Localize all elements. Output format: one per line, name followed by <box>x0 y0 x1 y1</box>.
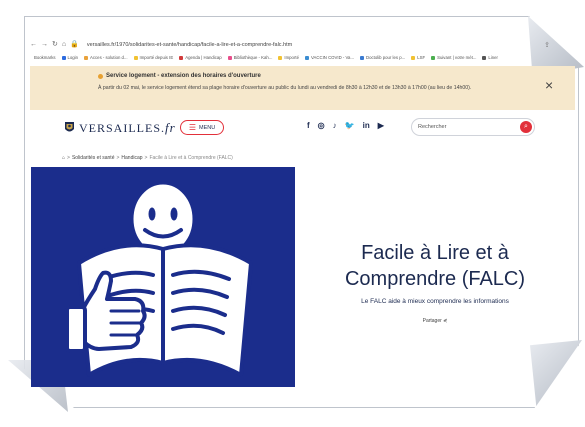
breadcrumb-item-handicap[interactable]: Handicap <box>121 155 142 161</box>
menu-label: MENU <box>198 124 216 131</box>
linkedin-icon[interactable]: in <box>363 121 370 130</box>
breadcrumb-separator: > <box>67 155 70 161</box>
bookmark-favicon-icon <box>431 55 436 60</box>
breadcrumb-separator: > <box>144 155 148 161</box>
search-placeholder: Rechercher <box>418 124 447 130</box>
bookmark-favicon-icon <box>278 55 283 60</box>
bookmark-item[interactable]: Agenda | Handicap <box>179 55 222 60</box>
screenshot-stage: ← → ↻ ⌂ 🔒 versailles.fr/1970/solidarites… <box>0 0 585 427</box>
site-logo[interactable]: VERSAILLES.fr <box>64 120 176 136</box>
bookmark-favicon-icon <box>61 55 66 60</box>
crest-icon <box>65 122 74 132</box>
bookmark-label: Acces - solution d... <box>90 55 128 60</box>
bookmark-label: LSF <box>417 55 426 60</box>
home-icon[interactable]: ⌂ <box>62 41 66 48</box>
social-links: f ◎ ♪ 🐦 in ▶ <box>307 121 384 130</box>
breadcrumb-item-solidarites[interactable]: Solidarités et santé <box>72 155 115 161</box>
bookmark-label: VACCIN COVID - Va... <box>310 55 355 60</box>
bookmark-item[interactable]: Doctolib pour les p... <box>360 55 405 60</box>
search-icon[interactable]: ⌕ <box>520 121 532 133</box>
bookmark-item[interactable]: Liner <box>482 55 498 60</box>
bookmark-item[interactable]: Bibliothèque - Kah... <box>227 55 273 60</box>
close-icon[interactable]: × <box>545 78 553 92</box>
bookmark-label: Bibliothèque - Kah... <box>233 55 273 60</box>
bookmark-label: Doctolib pour les p... <box>366 55 406 60</box>
easy-read-reader-icon <box>65 181 253 377</box>
bookmark-favicon-icon <box>28 55 32 60</box>
bookmark-label: Importé depuis IE <box>139 55 174 60</box>
bookmark-item[interactable]: Acces - solution d... <box>84 55 128 60</box>
bookmark-item[interactable]: Importé <box>278 55 299 60</box>
breadcrumb: ⌂ > Solidarités et santé > Handicap > Fa… <box>62 155 233 161</box>
back-icon[interactable]: ← <box>30 41 37 48</box>
bookmark-label: Suivant | votre mét... <box>437 55 477 60</box>
bookmark-favicon-icon <box>482 55 487 60</box>
share-button[interactable]: Partager ⋞ <box>330 318 540 324</box>
bookmark-label: Agenda | Handicap <box>185 55 222 60</box>
notice-title: Service logement - extension des horaire… <box>98 73 261 79</box>
logo-text: VERSAILLES.fr <box>79 120 176 135</box>
page-title: Facile à Lire et à Comprendre (FALC) <box>344 242 526 290</box>
youtube-icon[interactable]: ▶ <box>378 121 384 130</box>
hamburger-icon: ☰ <box>188 122 196 132</box>
menu-button[interactable]: ☰ MENU <box>180 120 224 135</box>
falc-logo-image <box>31 167 295 387</box>
twitter-icon[interactable]: 🐦 <box>345 121 355 130</box>
bookmark-favicon-icon <box>227 55 232 60</box>
warning-icon <box>98 73 103 79</box>
breadcrumb-separator: > <box>116 155 120 161</box>
tiktok-icon[interactable]: ♪ <box>333 121 337 130</box>
bookmark-label: Importé <box>284 55 299 60</box>
browser-address-bar: ← → ↻ ⌂ 🔒 versailles.fr/1970/solidarites… <box>30 38 550 51</box>
bookmark-item[interactable]: LSF <box>411 55 425 60</box>
breadcrumb-home-icon[interactable]: ⌂ <box>62 155 65 161</box>
reload-icon[interactable]: ↻ <box>52 41 58 48</box>
bookmark-favicon-icon <box>84 55 89 60</box>
bookmark-item[interactable]: Suivant | votre mét... <box>431 55 476 60</box>
bookmark-item[interactable]: Bookmarks <box>28 55 56 60</box>
bookmark-label: Login <box>67 55 79 60</box>
search-input[interactable]: Rechercher ⌕ <box>411 118 535 136</box>
instagram-icon[interactable]: ◎ <box>318 121 325 130</box>
lock-icon: 🔒 <box>70 41 79 48</box>
browser-share-icon[interactable]: ⇪ <box>544 41 550 49</box>
bookmark-item[interactable]: VACCIN COVID - Va... <box>304 55 355 60</box>
bookmark-item[interactable]: Importé depuis IE <box>133 55 174 60</box>
url-input[interactable]: versailles.fr/1970/solidarites-et-sante/… <box>87 42 292 48</box>
bookmark-favicon-icon <box>304 55 309 60</box>
bookmark-favicon-icon <box>179 55 184 60</box>
notice-text: À partir du 02 mai, le service logement … <box>98 85 472 91</box>
bookmark-favicon-icon <box>133 55 138 60</box>
bookmarks-bar: Bookmarks Login Acces - solution d... Impor… <box>28 53 550 62</box>
notice-title-text: Service logement - extension des horaire… <box>106 73 261 79</box>
bookmark-favicon-icon <box>411 55 416 60</box>
bookmark-label: Liner <box>488 55 498 60</box>
forward-icon[interactable]: → <box>41 41 48 48</box>
facebook-icon[interactable]: f <box>307 121 310 130</box>
bookmark-favicon-icon <box>360 55 365 60</box>
breadcrumb-item-current: Facile à Lire et à Comprendre (FALC) <box>149 155 233 161</box>
page-curl-bottom-right <box>530 340 582 406</box>
page-subtitle: Le FALC aide à mieux comprendre les info… <box>361 298 509 305</box>
bookmark-label: Bookmarks <box>34 55 56 60</box>
bookmark-item[interactable]: Login <box>61 55 79 60</box>
